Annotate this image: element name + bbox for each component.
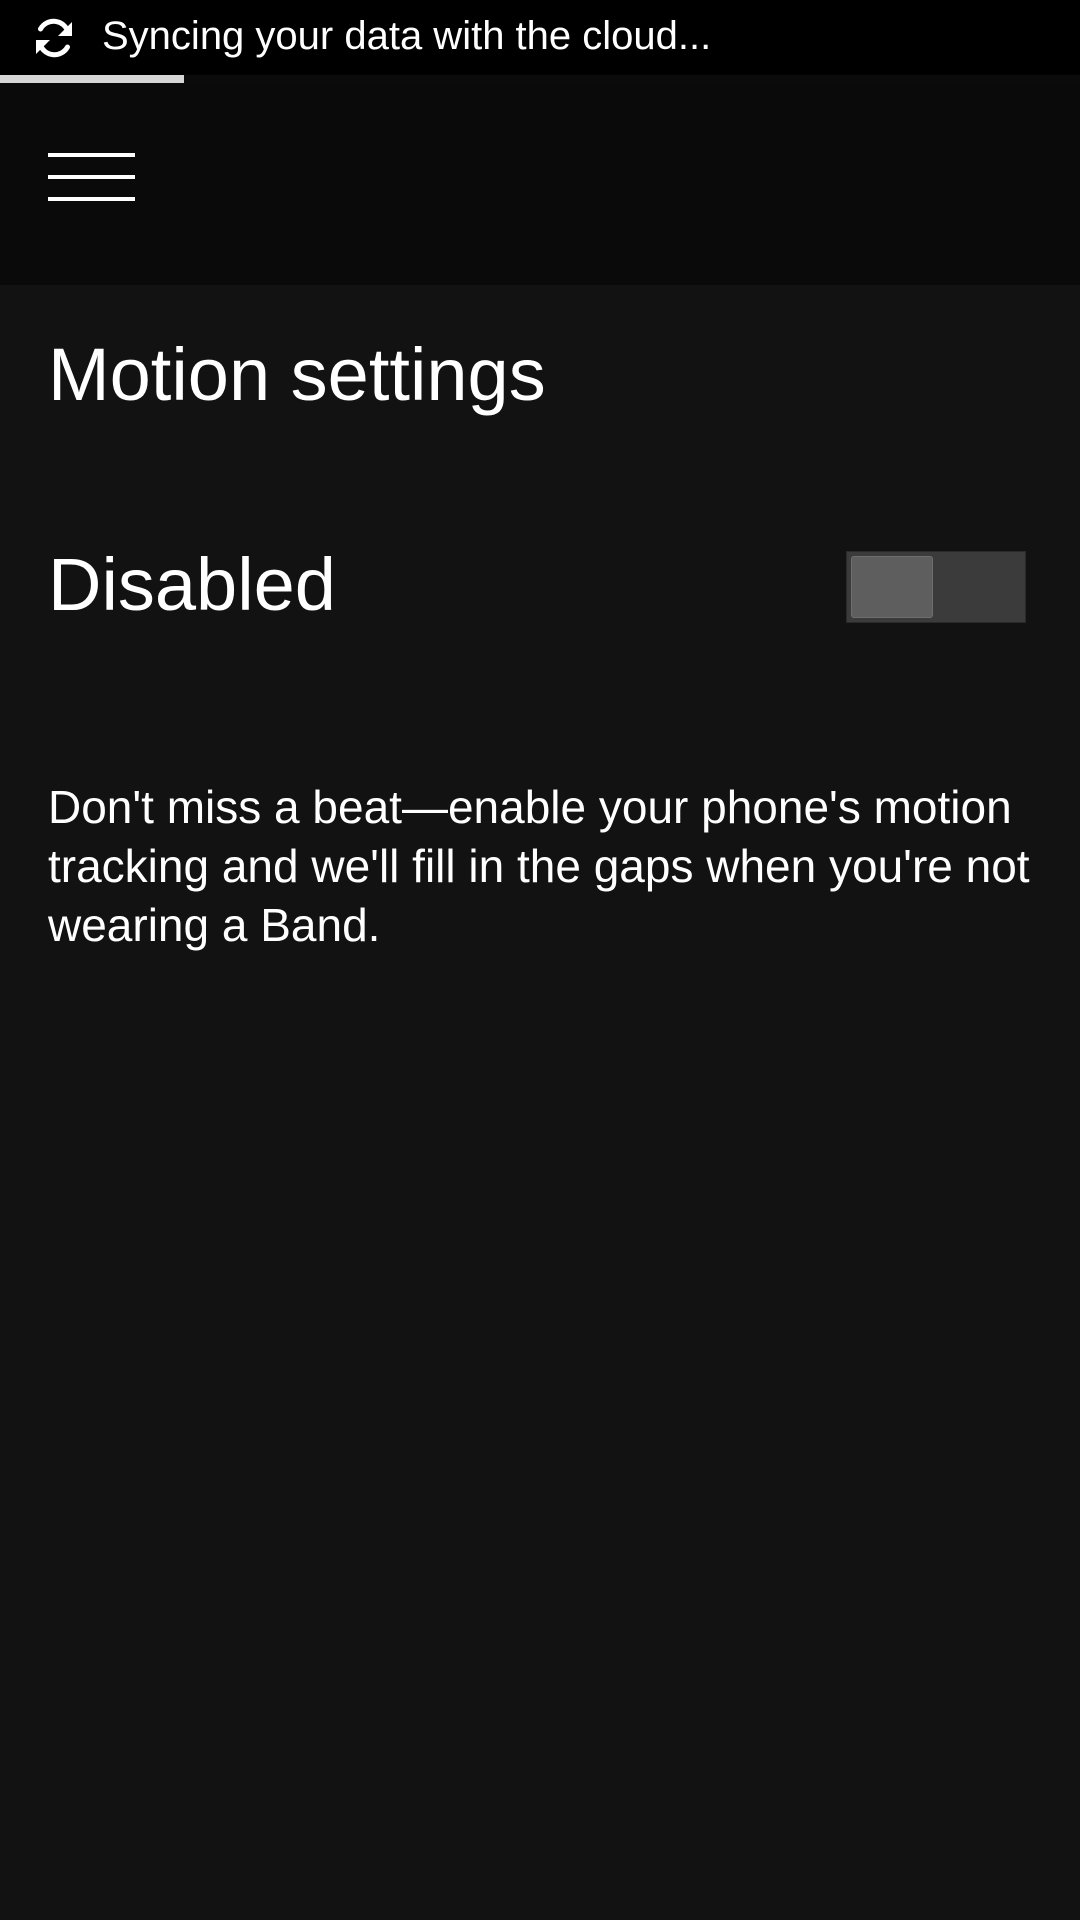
toggle-knob[interactable] (851, 556, 933, 618)
sync-icon (36, 18, 72, 58)
motion-tracking-setting: Disabled (0, 540, 1080, 640)
menu-line (48, 197, 135, 201)
sync-status-text: Syncing your data with the cloud... (102, 14, 712, 58)
motion-tracking-toggle[interactable] (846, 551, 1026, 623)
sync-progress-fill (0, 75, 184, 83)
hamburger-menu-icon[interactable] (48, 153, 135, 201)
menu-line (48, 175, 135, 179)
page-title: Motion settings (48, 333, 546, 416)
menu-line (48, 153, 135, 157)
sync-status-bar: Syncing your data with the cloud... (0, 0, 1080, 75)
motion-description-text: Don't miss a beat—enable your phone's mo… (48, 781, 1030, 951)
motion-toggle-label: Disabled (48, 543, 336, 626)
app-header (0, 83, 1080, 285)
sync-progress-bar (0, 75, 1080, 83)
